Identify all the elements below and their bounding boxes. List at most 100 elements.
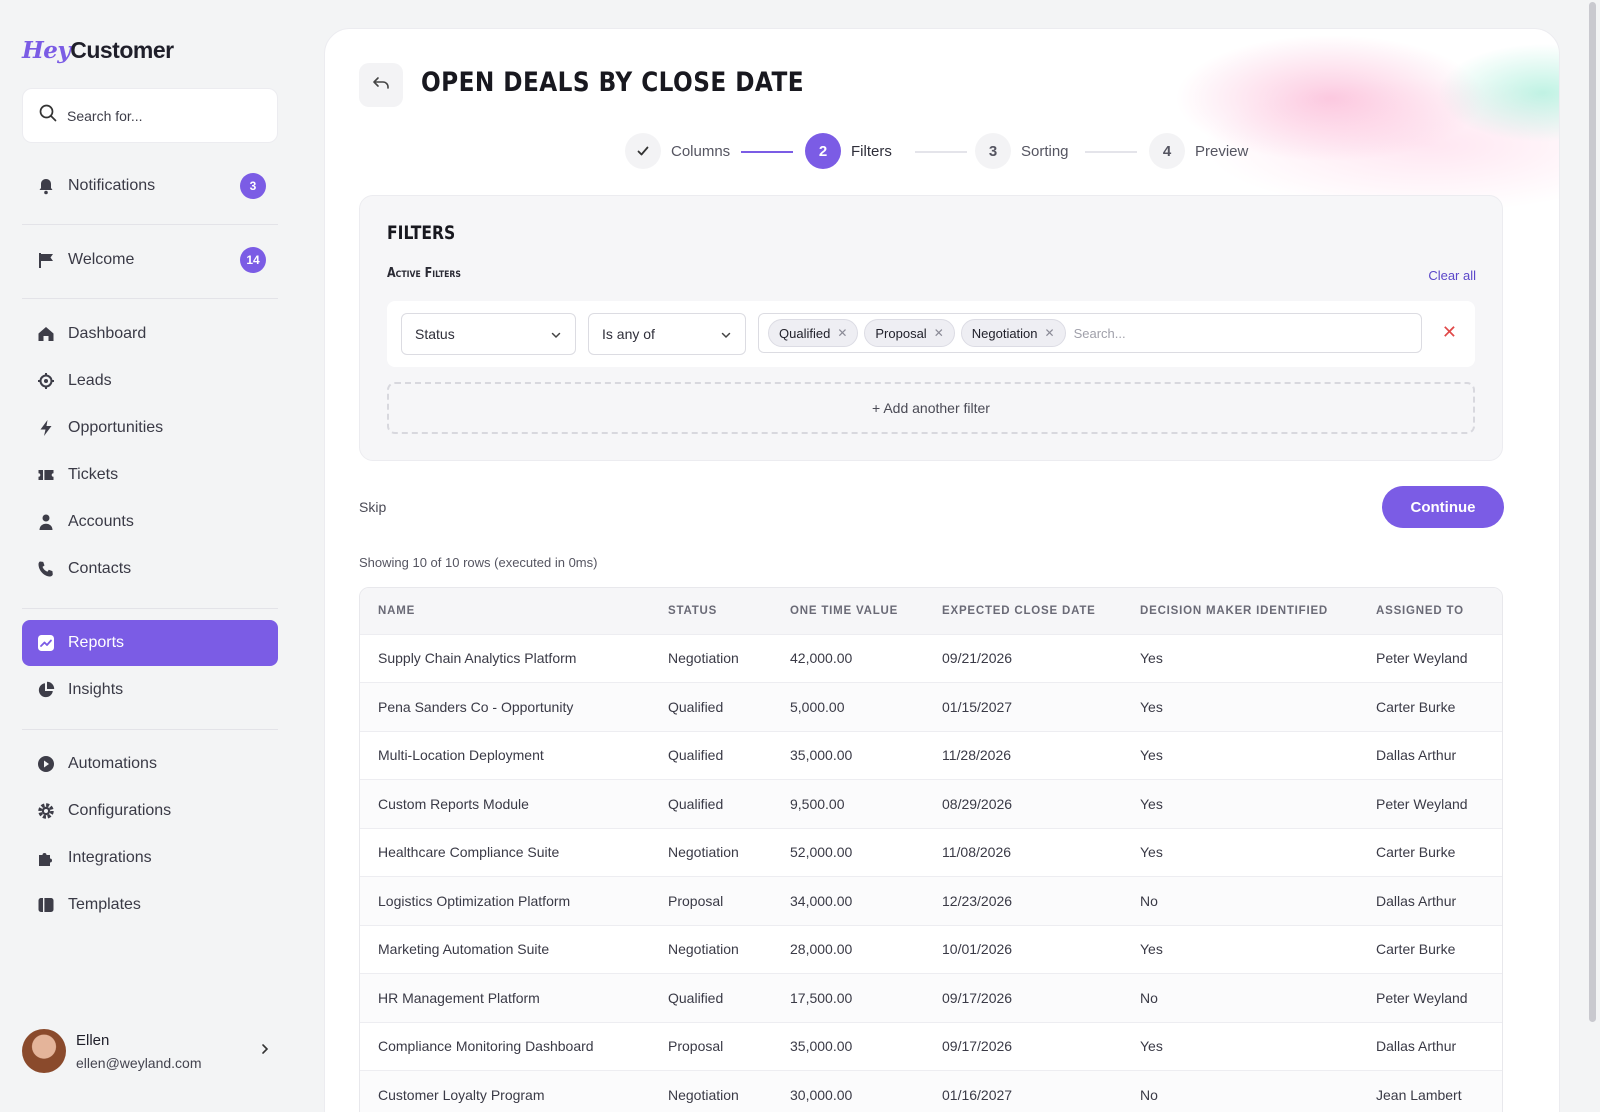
column-header[interactable]: ASSIGNED TO <box>1358 588 1502 634</box>
user-profile[interactable]: Ellen ellen@weyland.com <box>22 1026 278 1076</box>
table-cell: No <box>1122 1070 1358 1112</box>
sidebar-item-reports[interactable]: Reports <box>22 620 278 666</box>
table-row[interactable]: Multi-Location Deployment Qualified 35,000… <box>360 730 1502 780</box>
remove-filter-icon[interactable]: ✕ <box>1442 323 1457 341</box>
table-cell: Peter Weyland <box>1358 779 1502 828</box>
step-sorting[interactable]: 3 Sorting <box>975 133 1069 169</box>
values-multiselect[interactable]: Qualified ✕ Proposal ✕ Negotiation ✕ <box>758 313 1422 353</box>
sidebar-item-label: Configurations <box>68 802 172 819</box>
tag-label: Negotiation <box>971 325 1038 341</box>
table-cell: Logistics Optimization Platform <box>360 876 650 925</box>
table-cell: 30,000.00 <box>772 1070 924 1112</box>
sidebar-item-accounts[interactable]: Accounts <box>22 499 278 545</box>
clear-all-link[interactable]: Clear all <box>1428 268 1476 283</box>
sidebar-divider <box>22 608 278 609</box>
table-cell: Dallas Arthur <box>1358 876 1502 925</box>
table-cell: Yes <box>1122 779 1358 828</box>
table-row[interactable]: Healthcare Compliance Suite Negotiation 52… <box>360 827 1502 877</box>
sidebar-item-label: Reports <box>68 634 125 651</box>
sidebar-item-label: Automations <box>68 755 157 772</box>
table-row[interactable]: Custom Reports Module Qualified 9,500.00 08… <box>360 779 1502 828</box>
column-header[interactable]: EXPECTED CLOSE DATE <box>924 588 1122 634</box>
table-cell: 10/01/2026 <box>924 924 1122 974</box>
sidebar-item-automations[interactable]: Automations <box>22 741 278 787</box>
table-cell: Qualified <box>650 779 772 828</box>
sidebar-item-integrations[interactable]: Integrations <box>22 835 278 881</box>
results-summary: Showing 10 of 10 rows (executed in 0ms) <box>359 555 598 570</box>
add-filter-button[interactable]: + Add another filter <box>387 382 1475 434</box>
operator-select[interactable]: Is any of <box>588 313 746 355</box>
sidebar-divider <box>22 298 278 299</box>
sidebar-item-dashboard[interactable]: Dashboard <box>22 311 278 357</box>
sidebar-item-opportunities[interactable]: Opportunities <box>22 405 278 451</box>
app-logo[interactable]: Hey Customer <box>22 30 174 70</box>
table-cell: Proposal <box>650 876 772 925</box>
home-icon <box>36 324 56 344</box>
column-header[interactable]: NAME <box>360 588 650 634</box>
table-cell: Marketing Automation Suite <box>360 924 650 974</box>
value-tag: Proposal ✕ <box>864 319 955 347</box>
table-cell: Dallas Arthur <box>1358 1021 1502 1071</box>
table-cell: Custom Reports Module <box>360 779 650 828</box>
sidebar-search[interactable] <box>22 88 278 143</box>
field-select[interactable]: Status <box>401 313 576 355</box>
sidebar-item-configurations[interactable]: Configurations <box>22 788 278 834</box>
table-cell: Customer Loyalty Program <box>360 1070 650 1112</box>
skip-button[interactable]: Skip <box>359 499 386 515</box>
notifications-count-badge: 3 <box>240 173 266 199</box>
table-cell: 01/16/2027 <box>924 1070 1122 1112</box>
sidebar-item-tickets[interactable]: Tickets <box>22 452 278 498</box>
table-row[interactable]: Customer Loyalty Program Negotiation 30,00… <box>360 1070 1502 1112</box>
table-cell: Negotiation <box>650 1070 772 1112</box>
sidebar-item-label: Tickets <box>68 466 119 483</box>
column-header[interactable]: DECISION MAKER IDENTIFIED <box>1122 588 1358 634</box>
table-row[interactable]: Marketing Automation Suite Negotiation 28,… <box>360 924 1502 974</box>
table-cell: 35,000.00 <box>772 1021 924 1071</box>
table-cell: 34,000.00 <box>772 876 924 925</box>
sidebar-item-leads[interactable]: Leads <box>22 358 278 404</box>
page-scrollbar[interactable] <box>1586 0 1600 1112</box>
step-filters[interactable]: 2 Filters <box>805 133 892 169</box>
step-connector <box>1085 151 1137 153</box>
user-info: Ellen ellen@weyland.com <box>76 1032 202 1071</box>
sidebar-divider <box>22 224 278 225</box>
step-preview[interactable]: 4 Preview <box>1149 133 1248 169</box>
search-input[interactable] <box>67 107 267 124</box>
chevron-down-icon <box>550 328 562 344</box>
sidebar-item-templates[interactable]: Templates <box>22 882 278 928</box>
table-row[interactable]: Pena Sanders Co - Opportunity Qualified 5,… <box>360 682 1502 731</box>
back-button[interactable] <box>359 63 403 107</box>
table-cell: 11/08/2026 <box>924 827 1122 877</box>
remove-tag-icon[interactable]: ✕ <box>1045 326 1055 340</box>
table-body: Supply Chain Analytics Platform Negotiati… <box>360 633 1502 1112</box>
bell-icon <box>36 176 56 196</box>
column-header[interactable]: ONE TIME VALUE <box>772 588 924 634</box>
value-tag: Negotiation ✕ <box>960 319 1066 347</box>
remove-tag-icon[interactable]: ✕ <box>934 326 944 340</box>
sidebar-item-label: Dashboard <box>68 325 147 342</box>
sidebar-item-label: Opportunities <box>68 419 164 436</box>
column-header[interactable]: STATUS <box>650 588 772 634</box>
sidebar-item-label: Welcome <box>68 251 135 268</box>
scrollbar-thumb[interactable] <box>1589 2 1596 1022</box>
operator-select-value: Is any of <box>602 326 655 342</box>
table-cell: 52,000.00 <box>772 827 924 877</box>
sidebar-item-welcome[interactable]: Welcome 14 <box>22 237 278 283</box>
sidebar-item-notifications[interactable]: Notifications 3 <box>22 163 278 209</box>
table-row[interactable]: Compliance Monitoring Dashboard Proposal 3… <box>360 1021 1502 1071</box>
filters-card: FILTERS Active Filters Clear all Status … <box>359 195 1503 461</box>
step-columns[interactable]: Columns <box>625 133 730 169</box>
table-cell: Yes <box>1122 682 1358 731</box>
sidebar-item-insights[interactable]: Insights <box>22 667 278 713</box>
values-search-input[interactable] <box>1073 325 1374 341</box>
pie-icon <box>36 680 56 700</box>
step-label: Columns <box>671 142 731 160</box>
continue-button[interactable]: Continue <box>1382 486 1504 528</box>
chevron-right-icon[interactable] <box>260 1042 270 1060</box>
table-row[interactable]: HR Management Platform Qualified 17,500.00… <box>360 973 1502 1022</box>
table-cell: 09/17/2026 <box>924 973 1122 1022</box>
sidebar-item-contacts[interactable]: Contacts <box>22 546 278 592</box>
table-row[interactable]: Supply Chain Analytics Platform Negotiati… <box>360 633 1502 683</box>
table-row[interactable]: Logistics Optimization Platform Proposal 3… <box>360 876 1502 925</box>
remove-tag-icon[interactable]: ✕ <box>837 326 847 340</box>
